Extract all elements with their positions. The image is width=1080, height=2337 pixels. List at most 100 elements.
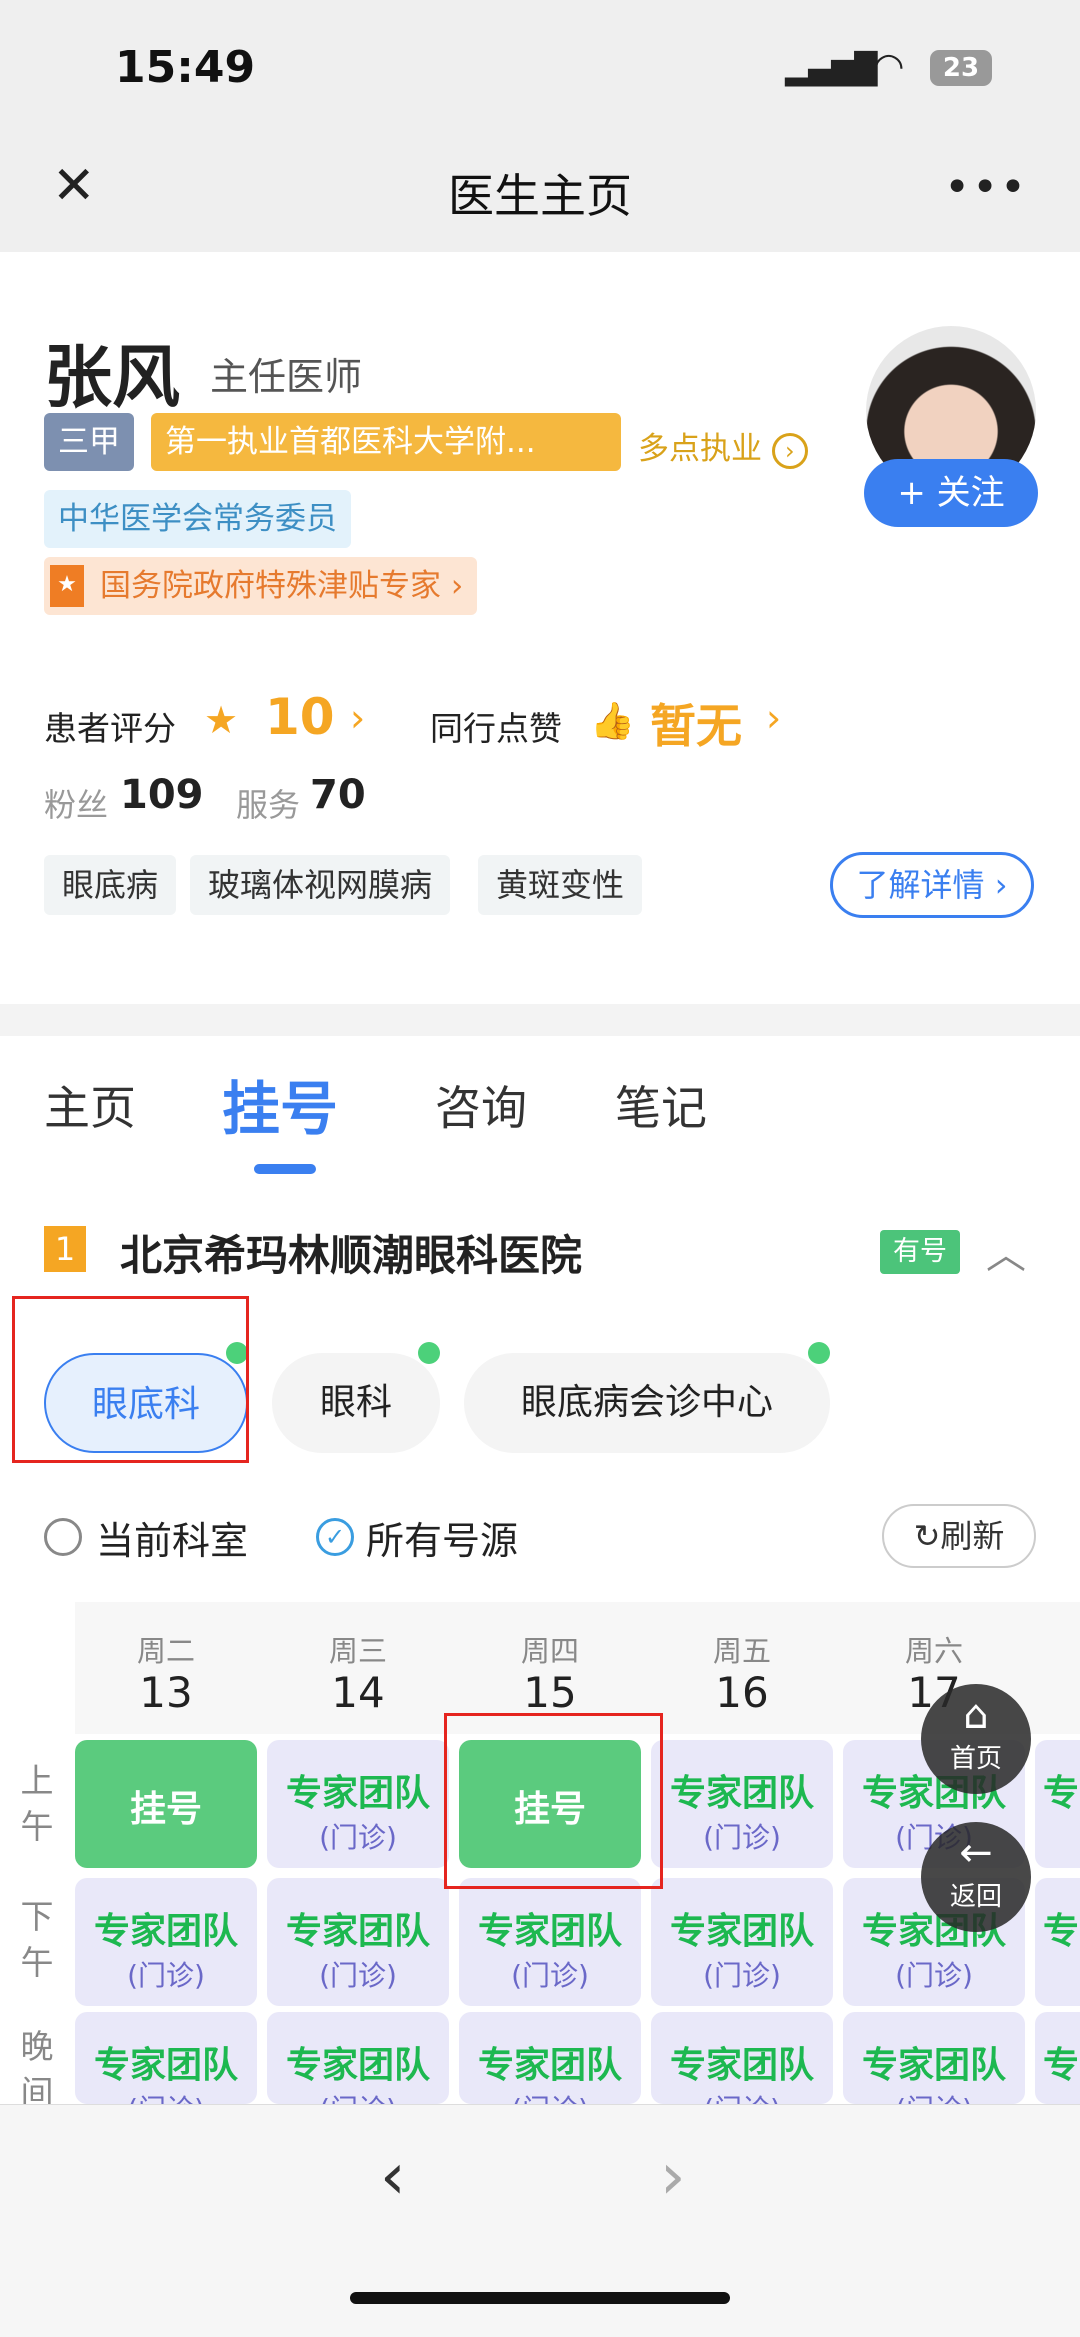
chevron-right-icon[interactable]: › <box>766 696 781 740</box>
availability-badge: 有号 <box>880 1230 960 1274</box>
specialty-tag: 眼底病 <box>44 855 177 915</box>
refresh-button[interactable]: ↻刷新 <box>882 1504 1036 1568</box>
specialty-tag: 黄斑变性 <box>478 855 643 915</box>
dept-fundus-center[interactable]: 眼底病会诊中心 <box>464 1353 830 1453</box>
slot-title: 专家团队 <box>93 1911 238 1952</box>
slot-subtitle: (门诊) <box>843 2088 1025 2104</box>
slot-subtitle: (门诊) <box>267 2088 449 2104</box>
row-label-afternoon: 下午 <box>20 1897 54 1982</box>
tab-notes[interactable]: 笔记 <box>615 1072 707 1138</box>
slot-subtitle: (门诊) <box>703 1821 781 1854</box>
home-icon: ⌂ <box>963 1692 989 1738</box>
slot-title: 专家团队 <box>669 2045 814 2086</box>
weekday-label: 周四 <box>520 1634 579 1668</box>
chevron-up-icon[interactable]: ︿ <box>986 1222 1026 1280</box>
team-slot[interactable]: 专家团队 (门诊) <box>651 1878 833 2006</box>
page-title: 医生主页 <box>448 169 632 223</box>
rating-value[interactable]: 10 <box>265 688 335 746</box>
slot-title: 专 <box>1043 1773 1080 1814</box>
radio-current[interactable] <box>44 1518 82 1556</box>
slot-subtitle: (门诊) <box>319 1821 397 1854</box>
team-slot[interactable]: 专家团队 (门诊) <box>267 2012 449 2104</box>
doctor-name: 张风 <box>44 339 181 418</box>
back-fab-label: 返回 <box>949 1882 1002 1912</box>
team-slot[interactable]: 专 <box>1035 1740 1080 1868</box>
service-label: 服务 <box>236 786 301 824</box>
team-slot[interactable]: 专家团队 (门诊) <box>75 2012 257 2104</box>
details-button[interactable]: 了解详情 › <box>830 852 1034 918</box>
slot-subtitle: (门诊) <box>511 1959 589 1992</box>
tab-home[interactable]: 主页 <box>44 1072 136 1138</box>
slot-title: 专家团队 <box>285 1773 430 1814</box>
highlight-box <box>444 1713 663 1889</box>
fans-label: 粉丝 <box>44 786 109 824</box>
honor-label: 国务院政府特殊津贴专家 <box>100 568 441 604</box>
active-tab-indicator <box>254 1164 316 1174</box>
radio-all-checked[interactable]: ✓ <box>316 1518 354 1556</box>
hospital-level-tag: 三甲 <box>44 413 134 471</box>
team-slot[interactable]: 专 <box>1035 2012 1080 2104</box>
team-slot[interactable]: 专家团队 (门诊) <box>459 1878 641 2006</box>
hospital-index-badge: 1 <box>44 1226 86 1272</box>
back-fab[interactable]: ← 返回 <box>921 1822 1031 1932</box>
team-slot[interactable]: 专家团队 (门诊) <box>651 2012 833 2104</box>
service-value: 70 <box>310 772 366 818</box>
specialty-tag: 玻璃体视网膜病 <box>190 855 451 915</box>
doctor-title: 主任医师 <box>210 355 363 399</box>
slot-title: 专 <box>1043 2045 1080 2086</box>
wifi-icon: ◠ <box>873 46 905 87</box>
team-slot[interactable]: 专家团队 (门诊) <box>843 2012 1025 2104</box>
team-slot[interactable]: 专家团队 (门诊) <box>651 1740 833 1868</box>
slot-title: 专家团队 <box>285 2045 430 2086</box>
tab-register[interactable]: 挂号 <box>222 1062 338 1146</box>
status-time: 15:49 <box>115 42 256 93</box>
refresh-label: 刷新 <box>940 1517 1005 1555</box>
star-icon: ★ <box>204 698 239 742</box>
signal-icon: ▂▄▆█ <box>785 52 878 87</box>
availability-dot <box>418 1342 440 1364</box>
team-slot[interactable]: 专家团队 (门诊) <box>459 2012 641 2104</box>
row-label-morning: 上午 <box>20 1761 54 1846</box>
team-slot[interactable]: 专家团队 (门诊) <box>75 1878 257 2006</box>
register-slot[interactable]: 挂号 <box>75 1740 257 1868</box>
slot-subtitle: (门诊) <box>75 2088 257 2104</box>
first-practice-tag[interactable]: 第一执业首都医科大学附... <box>151 413 621 471</box>
slot-title: 挂号 <box>129 1789 202 1830</box>
multi-practice-link[interactable]: 多点执业 › <box>638 423 808 469</box>
refresh-icon: ↻ <box>913 1517 941 1555</box>
weekday-label: 周五 <box>712 1634 771 1668</box>
rating-label: 患者评分 <box>44 709 176 748</box>
date-label: 15 <box>523 1668 577 1717</box>
chevron-right-icon[interactable]: › <box>350 696 365 740</box>
slot-title: 专家团队 <box>477 2045 622 2086</box>
ribbon-star-icon: ★ <box>50 565 84 607</box>
slot-title: 专 <box>1043 1911 1080 1952</box>
follow-button[interactable]: + 关注 <box>864 459 1038 527</box>
slot-subtitle: (门诊) <box>459 2088 641 2104</box>
team-slot[interactable]: 专 <box>1035 1878 1080 2006</box>
hospital-name: 北京希玛林顺潮眼科医院 <box>120 1231 583 1280</box>
details-label: 了解详情 <box>856 866 985 904</box>
dept-ophthalmology[interactable]: 眼科 <box>272 1353 440 1453</box>
date-label: 16 <box>715 1668 769 1717</box>
availability-dot <box>808 1342 830 1364</box>
chevron-circle-icon: › <box>771 433 808 469</box>
slot-title: 专家团队 <box>477 1911 622 1952</box>
slot-title: 专家团队 <box>669 1773 814 1814</box>
honor-tag[interactable]: ★ 国务院政府特殊津贴专家 › <box>44 557 478 615</box>
slot-title: 专家团队 <box>669 1911 814 1952</box>
team-slot[interactable]: 专家团队 (门诊) <box>267 1740 449 1868</box>
divider <box>0 1004 1080 1036</box>
weekday-label: 周六 <box>904 1634 963 1668</box>
row-label-evening: 晚间 <box>20 2027 54 2104</box>
slot-subtitle: (门诊) <box>127 1959 205 1992</box>
home-fab[interactable]: ⌂ 首页 <box>921 1684 1031 1794</box>
slot-subtitle: (门诊) <box>651 2088 833 2104</box>
peer-value[interactable]: 暂无 <box>650 690 742 756</box>
tab-consult[interactable]: 咨询 <box>435 1072 527 1138</box>
browser-back-icon[interactable]: ‹ <box>380 2140 406 2214</box>
browser-forward-icon[interactable]: › <box>660 2140 686 2214</box>
battery-icon: 23 <box>930 50 992 86</box>
team-slot[interactable]: 专家团队 (门诊) <box>267 1878 449 2006</box>
more-icon[interactable]: ••• <box>944 162 1028 213</box>
